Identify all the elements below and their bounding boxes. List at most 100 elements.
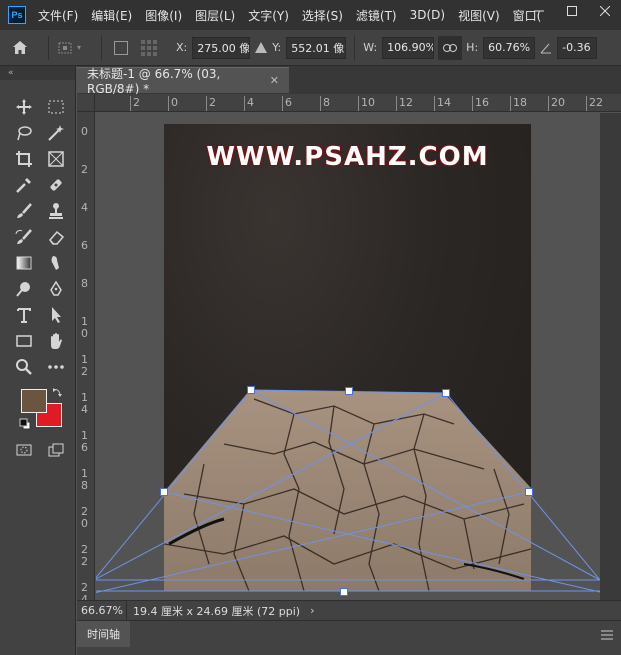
- ruler-label: 6: [81, 239, 88, 252]
- menu-layer[interactable]: 图层(L): [195, 7, 235, 24]
- ruler-origin[interactable]: [77, 94, 95, 112]
- ruler-label: 4: [247, 96, 254, 109]
- transform-handle-middle-left[interactable]: [160, 488, 168, 496]
- ruler-label: 1 4: [81, 391, 88, 416]
- divider: [101, 35, 102, 60]
- transform-handle-top-right[interactable]: [442, 389, 450, 397]
- x-field[interactable]: 275.00 像素: [192, 36, 251, 59]
- swap-colors-icon[interactable]: [51, 386, 63, 401]
- height-field[interactable]: 60.76%: [483, 36, 536, 59]
- default-colors-icon[interactable]: [19, 418, 31, 433]
- type-tool-icon[interactable]: [12, 304, 36, 326]
- quick-mask-icon[interactable]: [12, 439, 36, 461]
- ruler-label: 2: [81, 163, 88, 176]
- minimize-icon[interactable]: [522, 0, 555, 22]
- ruler-label: 10: [361, 96, 375, 109]
- reference-checkbox[interactable]: [114, 40, 128, 55]
- ruler-label: 0: [81, 125, 88, 138]
- gradient-tool-icon[interactable]: [12, 252, 36, 274]
- ruler-label: 1 0: [81, 315, 88, 340]
- foreground-color-swatch[interactable]: [21, 389, 47, 413]
- marquee-tool-icon[interactable]: [44, 96, 68, 118]
- eraser-tool-icon[interactable]: [44, 226, 68, 248]
- ruler-label: 6: [285, 96, 292, 109]
- ruler-label: 18: [513, 96, 527, 109]
- ruler-label: 4: [81, 201, 88, 214]
- reference-point-icon[interactable]: ▾: [57, 40, 93, 56]
- y-label: Y:: [272, 41, 282, 54]
- transform-handle-middle-right[interactable]: [525, 488, 533, 496]
- ruler-tick: [130, 96, 131, 111]
- eyedropper-tool-icon[interactable]: [12, 174, 36, 196]
- horizontal-ruler[interactable]: 2 0 2 4 6 8 10 12 14 16 18 20 22: [95, 94, 621, 112]
- vertical-scrollbar[interactable]: [600, 113, 621, 600]
- width-field[interactable]: 106.90%: [382, 36, 435, 59]
- link-icon[interactable]: [438, 35, 463, 60]
- zoom-tool-icon[interactable]: [12, 356, 36, 378]
- menu-3d[interactable]: 3D(D): [410, 8, 445, 22]
- zoom-level[interactable]: 66.67%: [77, 601, 127, 620]
- vertical-ruler[interactable]: 024681 01 21 41 61 82 02 22 4: [77, 112, 95, 606]
- status-menu-arrow[interactable]: ›: [310, 604, 314, 617]
- frame-tool-icon[interactable]: [44, 148, 68, 170]
- ruler-tick: [548, 96, 549, 111]
- options-bar: ▾ X: 275.00 像素 Y: 552.01 像素 W: 106.90% H…: [0, 30, 621, 66]
- ruler-tick: [396, 96, 397, 111]
- angle-field[interactable]: -0.36: [557, 36, 598, 59]
- menu-view[interactable]: 视图(V): [458, 7, 500, 24]
- transform-handle-top-middle[interactable]: [345, 387, 353, 395]
- move-tool-icon[interactable]: [12, 96, 36, 118]
- ruler-tick: [320, 96, 321, 111]
- more-tools-icon[interactable]: [44, 356, 68, 378]
- close-icon[interactable]: [588, 0, 621, 22]
- menu-image[interactable]: 图像(I): [145, 7, 182, 24]
- ruler-tick: [510, 96, 511, 111]
- w-label: W:: [363, 41, 378, 54]
- maximize-icon[interactable]: [555, 0, 588, 22]
- collapse-panel-icon[interactable]: «: [0, 66, 75, 80]
- healing-brush-tool-icon[interactable]: [44, 174, 68, 196]
- transform-bounding-box[interactable]: [96, 113, 600, 600]
- ruler-label: 8: [81, 277, 88, 290]
- magic-wand-tool-icon[interactable]: [44, 122, 68, 144]
- timeline-tab[interactable]: 时间轴: [77, 621, 130, 647]
- screen-mode-icon[interactable]: [44, 439, 68, 461]
- angle-icon: [535, 41, 557, 55]
- hand-tool-icon[interactable]: [44, 330, 68, 352]
- ruler-label: 1 6: [81, 429, 88, 454]
- menu-select[interactable]: 选择(S): [302, 7, 343, 24]
- menu-edit[interactable]: 编辑(E): [91, 7, 132, 24]
- path-selection-tool-icon[interactable]: [44, 304, 68, 326]
- document-info[interactable]: 19.4 厘米 x 24.69 厘米 (72 ppi) ›: [127, 603, 621, 619]
- tools-panel: «: [0, 66, 76, 655]
- canvas-area[interactable]: WWW.PSAHZ.COM: [96, 113, 600, 600]
- menu-type[interactable]: 文字(Y): [248, 7, 289, 24]
- rectangle-tool-icon[interactable]: [12, 330, 36, 352]
- y-field[interactable]: 552.01 像素: [286, 36, 347, 59]
- dodge-tool-icon[interactable]: [12, 278, 36, 300]
- history-brush-tool-icon[interactable]: [12, 226, 36, 248]
- home-icon[interactable]: [0, 40, 40, 55]
- divider: [48, 35, 49, 60]
- crop-tool-icon[interactable]: [12, 148, 36, 170]
- brush-tool-icon[interactable]: [12, 200, 36, 222]
- smudge-tool-icon[interactable]: [44, 252, 68, 274]
- transform-handle-bottom-middle[interactable]: [340, 588, 348, 596]
- ruler-tick: [586, 96, 587, 111]
- document-tab[interactable]: 未标题-1 @ 66.7% (03, RGB/8#) * ✕: [77, 67, 289, 96]
- menu-filter[interactable]: 滤镜(T): [356, 7, 397, 24]
- document-size-text: 19.4 厘米 x 24.69 厘米 (72 ppi): [133, 604, 301, 618]
- h-label: H:: [466, 41, 479, 54]
- ruler-tick: [244, 96, 245, 111]
- photoshop-logo: Ps: [8, 6, 26, 24]
- ruler-label: 8: [323, 96, 330, 109]
- menu-file[interactable]: 文件(F): [38, 7, 78, 24]
- ruler-label: 16: [475, 96, 489, 109]
- lasso-tool-icon[interactable]: [12, 122, 36, 144]
- clone-stamp-tool-icon[interactable]: [44, 200, 68, 222]
- transform-handle-top-left[interactable]: [247, 386, 255, 394]
- pen-tool-icon[interactable]: [44, 278, 68, 300]
- ruler-label: 2 0: [81, 505, 88, 530]
- panel-menu-icon[interactable]: [601, 629, 613, 643]
- close-tab-icon[interactable]: ✕: [270, 74, 279, 87]
